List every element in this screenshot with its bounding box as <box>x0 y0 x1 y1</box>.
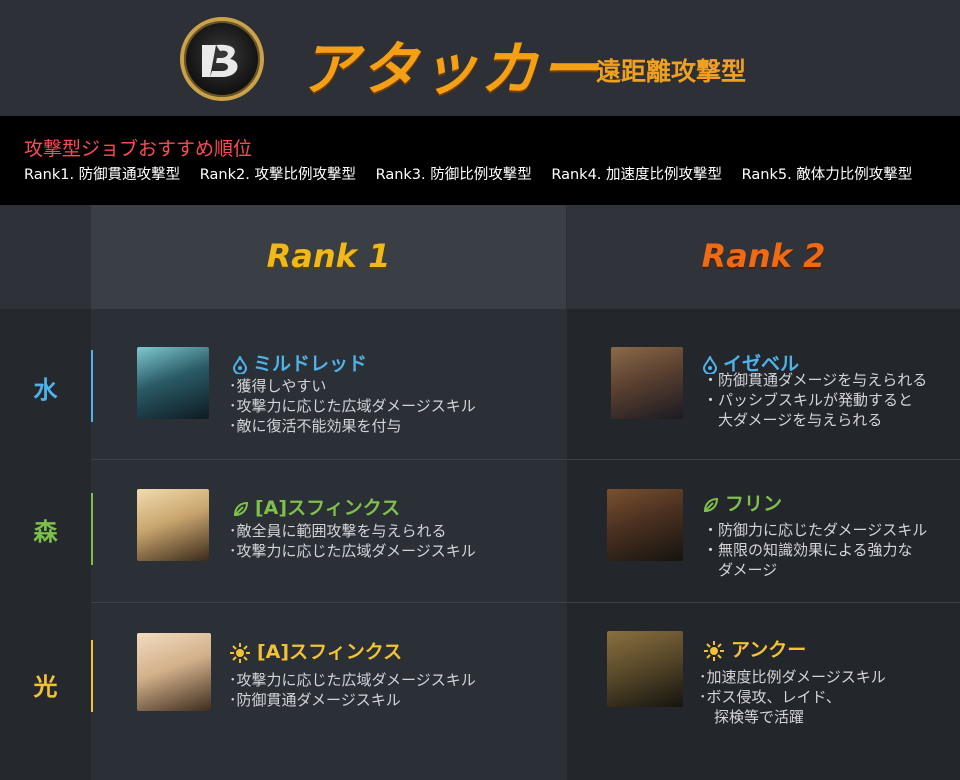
rank2-label: Rank 2 <box>701 237 826 275</box>
character-portrait <box>611 347 683 419</box>
element-forest-bar <box>91 493 93 565</box>
character-portrait <box>607 489 683 561</box>
description-line: 大ダメージを与えられる <box>703 411 883 429</box>
description-line: ･ボス侵攻、レイド、 <box>699 688 841 706</box>
row-divider <box>91 602 960 603</box>
description-line: ･攻撃力に応じた広域ダメージスキル <box>229 671 476 689</box>
recommendation-item: Rank2. 攻撃比例攻撃型 <box>199 167 356 183</box>
character-name: ミルドレッド <box>253 353 368 375</box>
leaf-icon <box>233 501 249 516</box>
element-light-label: 光 <box>33 673 58 701</box>
character-portrait <box>137 633 211 711</box>
element-water-label: 水 <box>33 376 58 404</box>
recommendation-item: Rank4. 加速度比例攻撃型 <box>551 167 723 183</box>
page-subtitle: 遠距離攻撃型 <box>596 57 747 86</box>
character-description: ･敵全員に範囲攻撃を与えられる ･攻撃力に応じた広域ダメージスキル <box>229 521 476 561</box>
recommendation-item: Rank3. 防御比例攻撃型 <box>375 167 532 183</box>
character-name: アンクー <box>731 639 807 661</box>
page-title: アタッカー <box>300 35 601 103</box>
description-line: ダメージ <box>703 561 778 579</box>
description-line: ・パッシブスキルが発動すると <box>703 391 914 409</box>
character-description: ･攻撃力に応じた広域ダメージスキル ･防御貫通ダメージスキル <box>229 670 476 710</box>
leaf-icon <box>703 497 719 512</box>
description-line: ･攻撃力に応じた広域ダメージスキル <box>229 542 476 560</box>
element-light-bar <box>91 640 93 712</box>
description-line: ･獲得しやすい <box>229 377 327 395</box>
character-name: [A]スフィンクス <box>257 641 403 663</box>
sun-icon <box>704 640 724 661</box>
recommendation-panel: 攻撃型ジョブおすすめ順位 Rank1. 防御貫通攻撃型 Rank2. 攻撃比例攻… <box>0 116 960 205</box>
character-description: ･獲得しやすい ･攻撃力に応じた広域ダメージスキル ･敵に復活不能効果を付与 <box>229 376 476 436</box>
character-name-row: フリン <box>703 489 782 516</box>
character-description: ・防御貫通ダメージを与えられる ・パッシブスキルが発動すると 大ダメージを与えら… <box>703 370 927 430</box>
character-portrait <box>137 347 209 419</box>
description-line: ・防御貫通ダメージを与えられる <box>703 371 928 389</box>
corner-header <box>0 205 91 309</box>
description-line: ･攻撃力に応じた広域ダメージスキル <box>229 397 476 415</box>
character-name-row: [A]スフィンクス <box>229 637 402 664</box>
description-line: 探検等で活躍 <box>699 708 805 726</box>
character-name: [A]スフィンクス <box>255 497 401 519</box>
description-line: ･敵に復活不能効果を付与 <box>229 417 402 435</box>
description-line: ・無限の知識効果による強力な <box>703 541 913 559</box>
rank2-header: Rank 2 <box>567 205 960 309</box>
description-line: ･敵全員に範囲攻撃を与えられる <box>229 522 447 540</box>
description-line: ･防御貫通ダメージスキル <box>229 691 401 709</box>
row-divider <box>91 459 960 460</box>
character-name-row: アンクー <box>703 635 806 662</box>
description-line: ･加速度比例ダメージスキル <box>699 668 886 686</box>
recommendation-item: Rank1. 防御貫通攻撃型 <box>24 167 181 183</box>
water-drop-icon <box>233 355 247 374</box>
element-water-bar <box>91 350 93 422</box>
recommendation-list: Rank1. 防御貫通攻撃型 Rank2. 攻撃比例攻撃型 Rank3. 防御比… <box>24 163 927 184</box>
sun-icon <box>230 642 250 663</box>
ranking-table: Rank 1 Rank 2 水 森 光 ミルドレッド ･獲得しやすい ･攻撃力に… <box>0 205 960 780</box>
rank1-header: Rank 1 <box>91 205 566 309</box>
character-description: ・防御力に応じたダメージスキル ・無限の知識効果による強力な ダメージ <box>703 520 927 580</box>
header: アタッカー 遠距離攻撃型 <box>0 0 960 116</box>
element-forest-label: 森 <box>33 518 58 546</box>
character-name-row: ミルドレッド <box>233 349 367 376</box>
character-name-row: [A]スフィンクス <box>233 493 400 520</box>
recommendation-title: 攻撃型ジョブおすすめ順位 <box>24 138 253 160</box>
class-emblem-icon <box>180 17 264 101</box>
character-portrait <box>137 489 209 561</box>
character-description: ･加速度比例ダメージスキル ･ボス侵攻、レイド、 探検等で活躍 <box>699 667 886 727</box>
character-name: フリン <box>725 493 783 515</box>
description-line: ・防御力に応じたダメージスキル <box>703 521 928 539</box>
rank1-label: Rank 1 <box>266 237 391 275</box>
recommendation-item: Rank5. 敵体力比例攻撃型 <box>741 167 913 183</box>
character-portrait <box>607 631 683 707</box>
